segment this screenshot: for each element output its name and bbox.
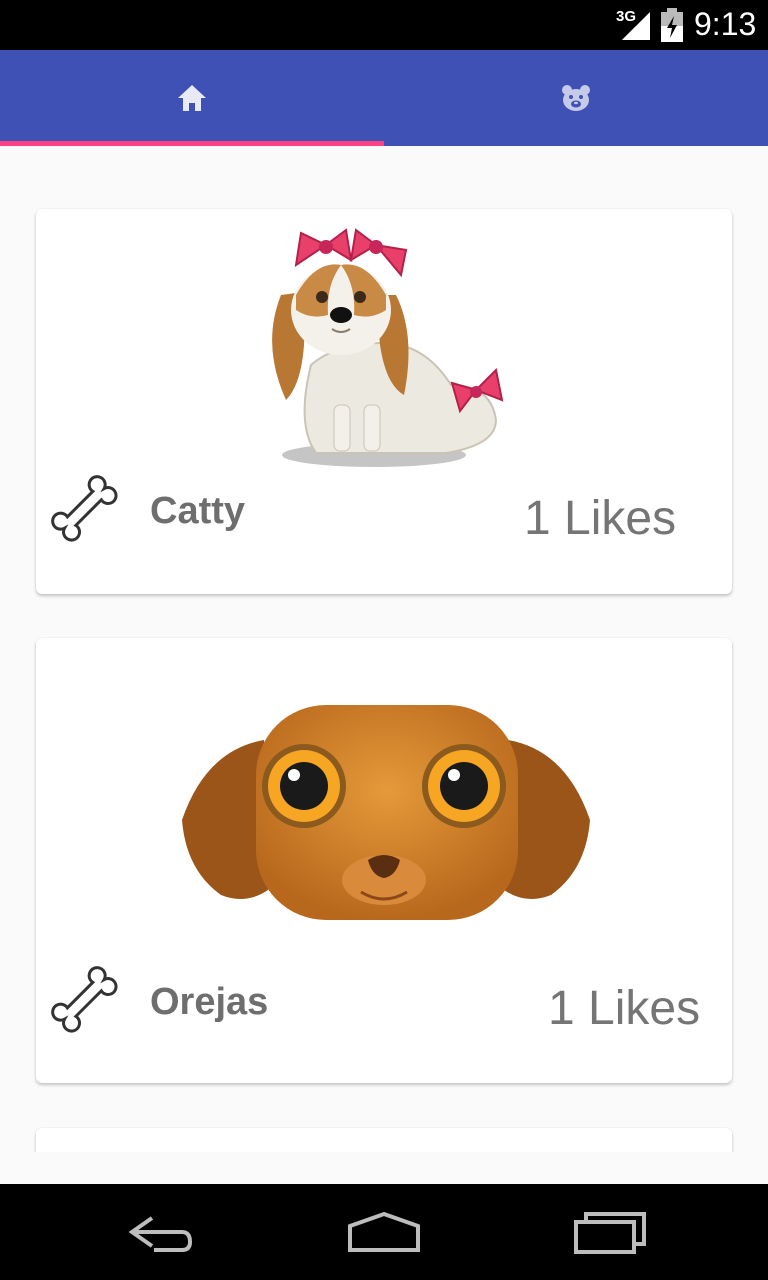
pet-name: Orejas [150,981,269,1023]
status-bar: 3G 9:13 [0,0,768,50]
tab-bar [0,50,768,146]
pet-photo-orejas [182,705,590,920]
pet-card: Orejas 1 Likes [36,638,732,1083]
bone-icon[interactable] [50,474,130,554]
recents-icon[interactable] [564,1204,660,1260]
tab-pet-profile[interactable] [384,50,768,146]
likes-count: 1 Likes [548,982,701,1035]
bear-face-icon [562,85,590,111]
pet-card: Catty 1 Likes [36,209,732,594]
clock: 9:13 [694,6,757,42]
pet-name: Catty [150,490,246,532]
likes-count: 1 Likes [524,492,677,545]
battery-icon [661,8,683,42]
tab-home[interactable] [0,50,384,146]
pet-photo-catty [272,228,504,467]
pet-list[interactable]: Catty 1 Likes Orejas 1 Likes [0,146,768,1152]
home-icon[interactable] [336,1204,432,1260]
navigation-bar [0,1184,768,1280]
bone-icon[interactable] [50,965,130,1045]
signal-icon [622,12,650,40]
back-icon[interactable] [112,1204,208,1260]
home-icon [178,85,206,111]
pet-card [36,1128,732,1152]
